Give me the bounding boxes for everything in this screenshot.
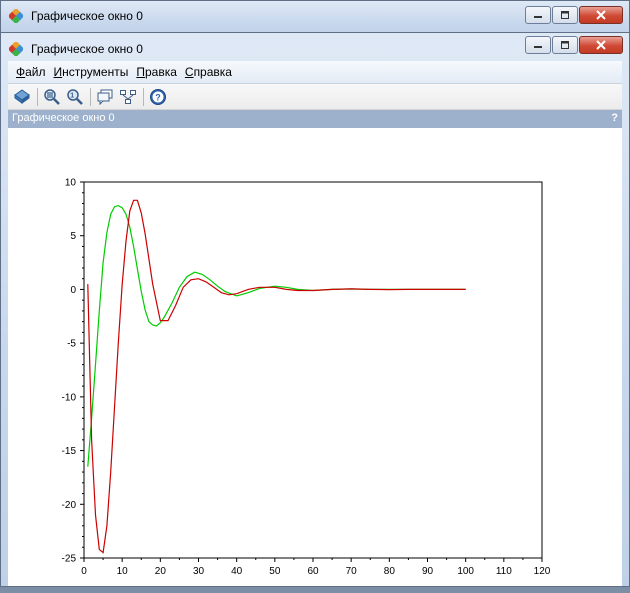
document-help-icon[interactable]: ? (611, 112, 618, 124)
zoom-in-icon (44, 88, 60, 105)
y-tick-label: 10 (65, 178, 77, 189)
minimize-icon (534, 16, 542, 18)
line-chart[interactable]: 0 10 20 30 40 50 60 70 80 90 100 110 1201050-5-10-15… (8, 128, 624, 588)
minimize-button[interactable] (525, 6, 551, 24)
window-titlebar[interactable]: Графическое окно 0 (1, 33, 629, 61)
minimize-button[interactable] (525, 36, 551, 54)
rotate-icon (14, 88, 30, 104)
x-tick-label: 30 (193, 566, 205, 577)
background-window-controls (524, 6, 623, 26)
document-title: Графическое окно 0 (12, 112, 115, 124)
y-tick-label: -20 (62, 500, 77, 511)
y-tick-label: -25 (62, 554, 77, 565)
y-tick-label: 0 (70, 285, 76, 296)
series-green-line (87, 204, 466, 467)
background-window-title: Графическое окно 0 (31, 9, 143, 23)
help-button[interactable]: ? (148, 87, 168, 107)
plot-area[interactable]: 0 10 20 30 40 50 60 70 80 90 100 110 120 10 5 0 -5 -10 -15… (8, 128, 622, 586)
x-tick-label: 10 (117, 566, 129, 577)
y-tick-label: 5 (70, 231, 76, 242)
scilab-app-icon (9, 42, 23, 56)
x-tick-label: 0 (81, 566, 87, 577)
zoom-in-button[interactable] (42, 87, 62, 107)
x-tick-label: 90 (422, 566, 434, 577)
window-client-area: Файл Инструменты Правка Справка 1 ? Граф… (8, 61, 622, 586)
zoom-reset-icon: 1 (67, 88, 83, 105)
toolbar-separator (37, 87, 38, 106)
toolbar: 1 ? (8, 84, 622, 110)
x-tick-label: 70 (346, 566, 358, 577)
graphic-window[interactable]: Графическое окно 0 Файл Инструменты Прав… (0, 32, 630, 587)
maximize-icon (561, 41, 569, 49)
maximize-button[interactable] (552, 6, 578, 24)
y-tick-label: -10 (62, 392, 77, 403)
datatip-icon (97, 89, 113, 105)
toolbar-separator (90, 87, 91, 106)
y-tick-label: -15 (62, 446, 77, 457)
rotate-button[interactable] (12, 87, 32, 107)
x-tick-label: 120 (534, 566, 551, 577)
datatip-button[interactable] (95, 87, 115, 107)
x-tick-label: 60 (307, 566, 319, 577)
background-window-titlebar[interactable]: Графическое окно 0 (1, 1, 629, 29)
window-controls (524, 36, 623, 56)
series-red-line (87, 199, 466, 554)
help-icon: ? (150, 88, 166, 105)
menu-help[interactable]: Справка (181, 65, 236, 79)
datatip-style-icon (120, 89, 136, 104)
maximize-icon (561, 11, 569, 19)
datatip-style-button[interactable] (118, 87, 138, 107)
menu-file[interactable]: Файл (12, 65, 50, 79)
minimize-icon (534, 46, 542, 48)
close-icon (596, 40, 606, 50)
menu-edit[interactable]: Правка (132, 65, 181, 79)
x-tick-label: 20 (155, 566, 167, 577)
close-button[interactable] (579, 36, 623, 54)
zoom-reset-button[interactable]: 1 (65, 87, 85, 107)
x-tick-label: 40 (231, 566, 243, 577)
x-tick-label: 80 (384, 566, 396, 577)
menu-tools[interactable]: Инструменты (50, 65, 133, 79)
close-button[interactable] (579, 6, 623, 24)
x-tick-label: 50 (269, 566, 281, 577)
x-tick-label: 110 (496, 566, 512, 577)
plot-frame (83, 181, 543, 559)
close-icon (596, 10, 606, 20)
toolbar-separator (143, 87, 144, 106)
x-tick-label: 100 (457, 566, 474, 577)
menu-bar: Файл Инструменты Правка Справка (8, 61, 622, 84)
maximize-button[interactable] (552, 36, 578, 54)
svg-text:1: 1 (70, 92, 74, 99)
document-title-bar: Графическое окно 0 ? (8, 110, 622, 128)
y-tick-label: -5 (67, 339, 76, 350)
window-title: Графическое окно 0 (31, 42, 143, 56)
svg-text:?: ? (155, 92, 161, 102)
scilab-app-icon (9, 9, 23, 23)
